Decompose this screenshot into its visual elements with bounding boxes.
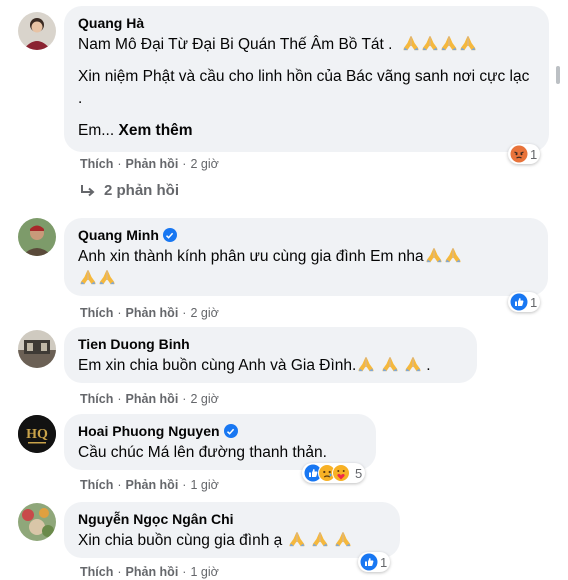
reaction-summary[interactable]: 1 (358, 552, 391, 572)
comment-bubble-3: Tien Duong Binh Em xin chia buồn cùng An… (64, 327, 477, 383)
folded-hands-emoji (402, 35, 420, 51)
timestamp[interactable]: 2 giờ (190, 157, 218, 171)
reply-link[interactable]: Phản hồi (126, 565, 179, 579)
comment-bubble-1: Quang Hà Nam Mô Đại Từ Đại Bi Quán Thế Â… (64, 6, 549, 152)
comment-text: Anh xin thành kính phân ưu cùng gia đình… (78, 246, 534, 290)
reaction-summary[interactable]: 5 (302, 463, 366, 483)
folded-hands-emoji (404, 356, 422, 372)
view-replies-button[interactable]: 2 phản hồi (80, 182, 179, 199)
comment-text: Nam Mô Đại Từ Đại Bi Quán Thế Âm Bồ Tát … (78, 35, 530, 139)
like-link[interactable]: Thích (80, 478, 113, 492)
reaction-summary[interactable]: 1 (508, 144, 541, 164)
folded-hands-emoji (98, 269, 116, 285)
folded-hands-emoji (444, 247, 462, 263)
avatar-tien-duong-binh[interactable] (18, 330, 56, 368)
reply-link[interactable]: Phản hồi (126, 392, 179, 406)
like-link[interactable]: Thích (80, 392, 113, 406)
reply-arrow-icon (81, 184, 95, 196)
folded-hands-emoji (311, 531, 329, 547)
comment-actions: Thích · Phản hồi · 1 giờ (80, 565, 219, 579)
replies-count-label: 2 phản hồi (104, 182, 179, 199)
comment-text: Cầu chúc Má lên đường thanh thản. (78, 444, 327, 461)
folded-hands-emoji (459, 35, 477, 51)
folded-hands-emoji (79, 269, 97, 285)
folded-hands-emoji (425, 247, 443, 263)
comment-actions: Thích · Phản hồi · 1 giờ (80, 478, 219, 492)
comment-actions: Thích · Phản hồi · 2 giờ (80, 157, 219, 171)
folded-hands-emoji (288, 531, 306, 547)
reply-link[interactable]: Phản hồi (126, 306, 179, 320)
timestamp[interactable]: 2 giờ (190, 306, 218, 320)
verified-badge-icon (162, 228, 177, 242)
comment-bubble-2: Quang Minh Anh xin thành kính phân ưu cù… (64, 218, 548, 296)
folded-hands-emoji (381, 356, 399, 372)
comment-author[interactable]: Quang Minh (78, 226, 534, 244)
verified-badge-icon (223, 424, 238, 438)
timestamp[interactable]: 1 giờ (190, 478, 218, 492)
avatar-quang-ha[interactable] (18, 12, 56, 50)
like-reaction-icon (360, 553, 378, 571)
reply-link[interactable]: Phản hồi (126, 157, 179, 171)
like-link[interactable]: Thích (80, 157, 113, 171)
comment-bubble-4: Hoai Phuong Nguyen Cầu chúc Má lên đường… (64, 414, 376, 470)
reaction-count: 5 (355, 465, 363, 481)
comment-text: Xin chia buồn cùng gia đình ạ (78, 530, 386, 552)
comment-author[interactable]: Quang Hà (78, 14, 535, 32)
comment-author[interactable]: Nguyễn Ngọc Ngân Chi (78, 510, 386, 528)
like-link[interactable]: Thích (80, 565, 113, 579)
timestamp[interactable]: 2 giờ (190, 392, 218, 406)
folded-hands-emoji (440, 35, 458, 51)
angry-reaction-icon (510, 145, 528, 163)
like-link[interactable]: Thích (80, 306, 113, 320)
scrollbar[interactable] (556, 66, 560, 84)
avatar-quang-minh[interactable] (18, 218, 56, 256)
comment-author[interactable]: Hoai Phuong Nguyen (78, 422, 362, 440)
comment-actions: Thích · Phản hồi · 2 giờ (80, 306, 219, 320)
folded-hands-emoji (334, 531, 352, 547)
comment-bubble-5: Nguyễn Ngọc Ngân Chi Xin chia buồn cùng … (64, 502, 400, 558)
timestamp[interactable]: 1 giờ (190, 565, 218, 579)
reaction-count: 1 (530, 294, 538, 310)
folded-hands-emoji (357, 356, 375, 372)
avatar-hoai-phuong-nguyen[interactable]: HQ (18, 415, 56, 453)
care-reaction-icon (332, 464, 350, 482)
reaction-count: 1 (380, 554, 388, 570)
comment-author[interactable]: Tien Duong Binh (78, 335, 463, 353)
like-reaction-icon (510, 293, 528, 311)
reaction-count: 1 (530, 146, 538, 162)
comment-actions: Thích · Phản hồi · 2 giờ (80, 392, 219, 406)
avatar-nguyen-ngoc-ngan-chi[interactable] (18, 503, 56, 541)
svg-text:HQ: HQ (26, 427, 48, 442)
folded-hands-emoji (421, 35, 439, 51)
comment-text: Em xin chia buồn cùng Anh và Gia Đình. . (78, 356, 431, 374)
reaction-summary[interactable]: 1 (508, 292, 541, 312)
see-more-link[interactable]: Xem thêm (118, 122, 192, 139)
reply-link[interactable]: Phản hồi (126, 478, 179, 492)
